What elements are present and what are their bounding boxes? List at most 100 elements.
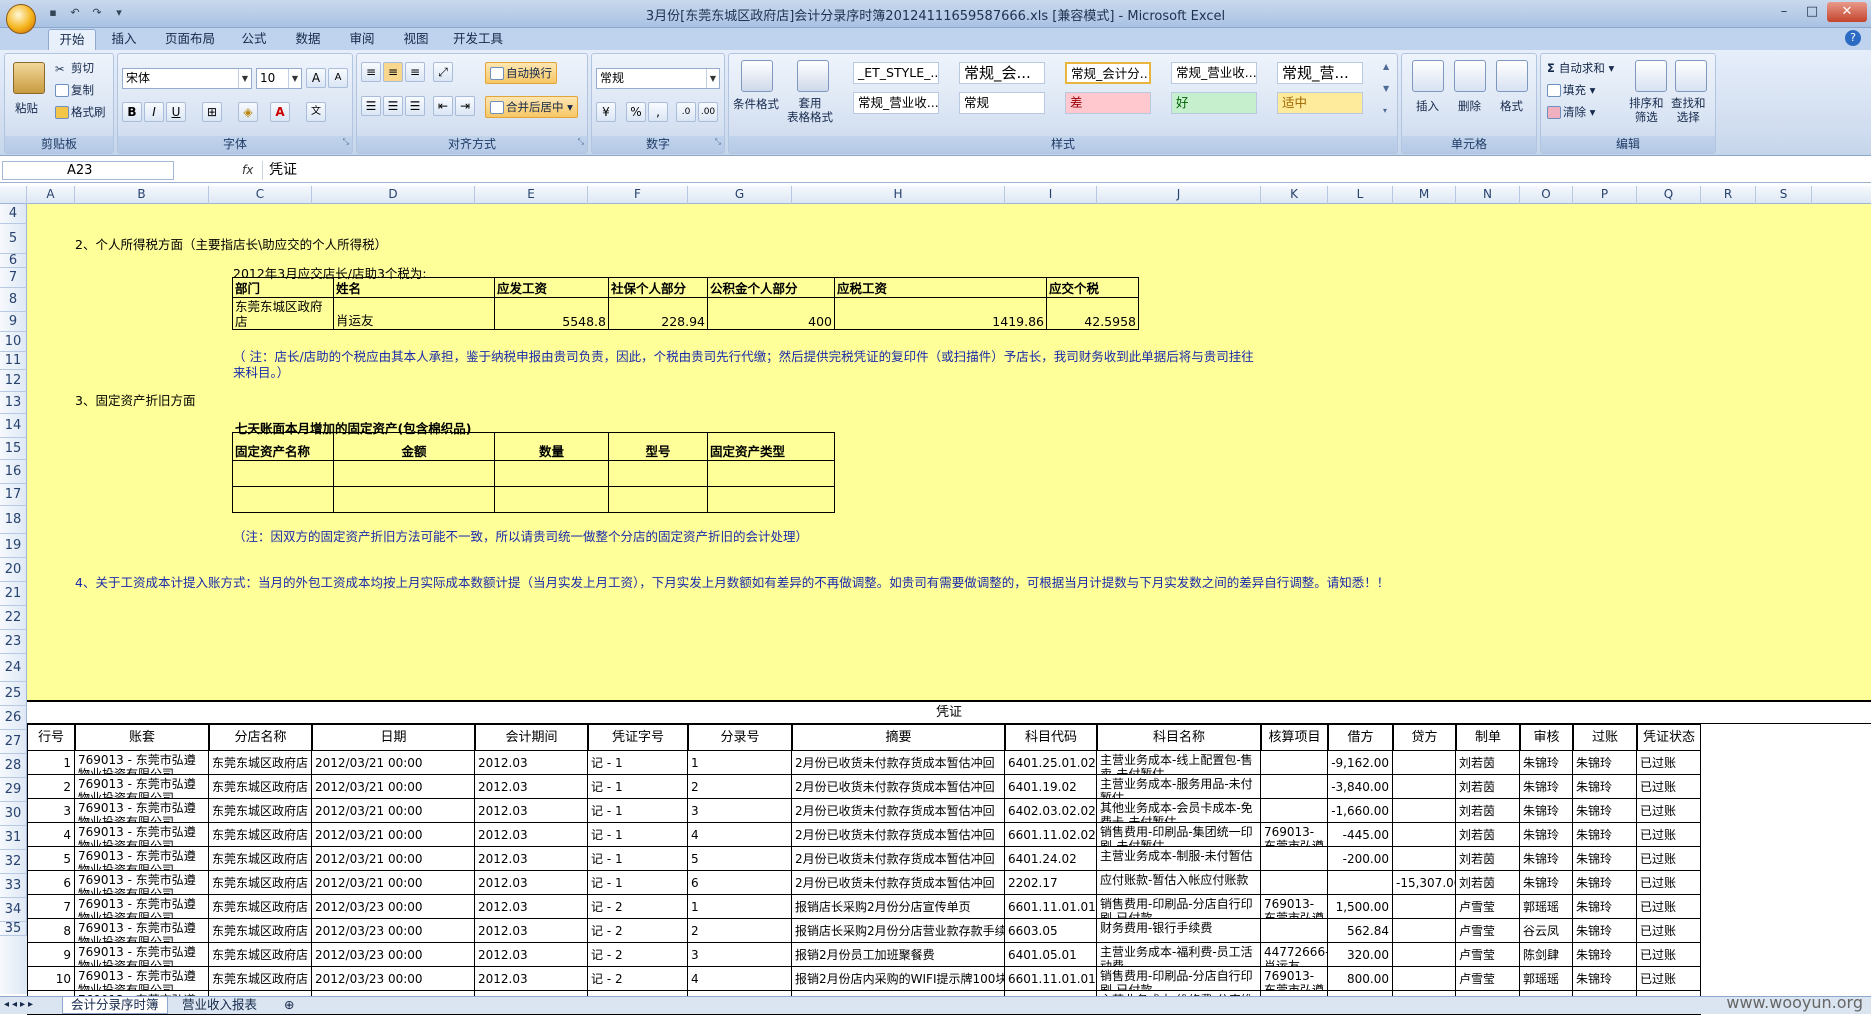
- voucher-cell[interactable]: [1261, 919, 1328, 943]
- phonetic-button[interactable]: 文: [306, 102, 326, 122]
- row-header[interactable]: 14: [0, 414, 27, 438]
- row-header[interactable]: 7: [0, 268, 27, 288]
- voucher-cell[interactable]: 东莞东城区政府店: [209, 871, 312, 895]
- tab-review[interactable]: 审阅: [342, 29, 382, 50]
- voucher-cell[interactable]: 2012.03: [475, 775, 588, 799]
- cell-style-neutral[interactable]: 适中: [1277, 92, 1363, 114]
- voucher-cell[interactable]: 刘若茵: [1456, 799, 1520, 823]
- row-header[interactable]: 28: [0, 754, 27, 778]
- voucher-cell[interactable]: 朱锦玲: [1573, 871, 1637, 895]
- voucher-cell[interactable]: 朱锦玲: [1573, 943, 1637, 967]
- font-name-select[interactable]: 宋体 ▼: [122, 68, 252, 89]
- cell-style-5[interactable]: 常规_营...: [1277, 62, 1363, 84]
- voucher-cell[interactable]: 卢雪莹: [1456, 967, 1520, 991]
- voucher-cell[interactable]: 东莞东城区政府店: [209, 775, 312, 799]
- voucher-cell[interactable]: 记 - 1: [588, 799, 688, 823]
- column-header-a[interactable]: A: [27, 186, 75, 204]
- voucher-cell[interactable]: 1: [688, 895, 792, 919]
- row-header[interactable]: 18: [0, 506, 27, 534]
- voucher-cell[interactable]: 主营业务成本-服务用品-未付暂估: [1097, 775, 1261, 799]
- column-header-j[interactable]: J: [1097, 186, 1261, 204]
- cell-style-normal[interactable]: 常规: [959, 92, 1045, 114]
- styles-more-icon[interactable]: ▾: [1383, 106, 1395, 115]
- voucher-cell[interactable]: 朱锦玲: [1520, 751, 1573, 775]
- row-header[interactable]: 21: [0, 582, 27, 606]
- voucher-cell[interactable]: 6601.11.02.02: [1005, 823, 1097, 847]
- voucher-cell[interactable]: 769013-东莞市弘遵物: [1261, 823, 1328, 847]
- voucher-cell[interactable]: 800.00: [1328, 967, 1393, 991]
- voucher-cell[interactable]: 朱锦玲: [1573, 919, 1637, 943]
- voucher-cell[interactable]: 记 - 2: [588, 919, 688, 943]
- voucher-cell[interactable]: 769013-东莞市弘遵物: [1261, 967, 1328, 991]
- voucher-cell[interactable]: 郭瑶瑶: [1520, 895, 1573, 919]
- autosum-button[interactable]: Σ 自动求和 ▾: [1547, 60, 1614, 76]
- cell-style-good[interactable]: 好: [1171, 92, 1257, 114]
- voucher-cell[interactable]: 销售费用-印刷品-集团统一印刷-未付暂估: [1097, 823, 1261, 847]
- borders-button[interactable]: ⊞: [202, 102, 222, 122]
- table-format-icon[interactable]: [797, 60, 829, 92]
- fx-icon[interactable]: fx: [184, 161, 254, 180]
- voucher-cell[interactable]: [1393, 823, 1456, 847]
- column-header-r[interactable]: R: [1701, 186, 1756, 204]
- voucher-cell[interactable]: [1393, 943, 1456, 967]
- percent-button[interactable]: %: [626, 102, 646, 122]
- voucher-cell[interactable]: 卢雪莹: [1456, 943, 1520, 967]
- align-bottom-button[interactable]: ≡: [405, 62, 425, 82]
- voucher-cell[interactable]: -3,840.00: [1328, 775, 1393, 799]
- voucher-cell[interactable]: 卢雪莹: [1456, 919, 1520, 943]
- voucher-cell[interactable]: 财务费用-银行手续费: [1097, 919, 1261, 943]
- voucher-cell[interactable]: 朱锦玲: [1573, 823, 1637, 847]
- voucher-cell[interactable]: 记 - 1: [588, 847, 688, 871]
- column-header-m[interactable]: M: [1393, 186, 1456, 204]
- voucher-cell[interactable]: 刘若茵: [1456, 823, 1520, 847]
- cell-style-4[interactable]: 常规_营业收...: [1171, 62, 1257, 84]
- office-button[interactable]: [6, 4, 36, 34]
- voucher-cell[interactable]: 2月份已收货未付款存货成本暂估冲回: [792, 775, 1005, 799]
- underline-button[interactable]: U: [166, 102, 186, 122]
- decrease-indent-button[interactable]: ⇤: [433, 96, 453, 116]
- voucher-cell[interactable]: 2012.03: [475, 823, 588, 847]
- voucher-cell[interactable]: 东莞东城区政府店: [209, 967, 312, 991]
- voucher-cell[interactable]: 2: [688, 919, 792, 943]
- wrap-text-button[interactable]: 自动换行: [485, 62, 557, 84]
- column-header-f[interactable]: F: [588, 186, 688, 204]
- tab-insert[interactable]: 插入: [104, 29, 144, 50]
- align-top-button[interactable]: ≡: [361, 62, 381, 82]
- row-header[interactable]: 25: [0, 682, 27, 706]
- insert-cells-button[interactable]: 插入: [1416, 98, 1439, 114]
- voucher-cell[interactable]: 朱锦玲: [1520, 775, 1573, 799]
- voucher-cell[interactable]: 2月份已收货未付款存货成本暂估冲回: [792, 871, 1005, 895]
- voucher-cell[interactable]: 6401.25.01.02: [1005, 751, 1097, 775]
- voucher-cell[interactable]: 刘若茵: [1456, 775, 1520, 799]
- row-header[interactable]: 6: [0, 253, 27, 268]
- tab-formulas[interactable]: 公式: [234, 29, 274, 50]
- voucher-cell[interactable]: 已过账: [1637, 943, 1701, 967]
- italic-button[interactable]: I: [144, 102, 164, 122]
- cell-style-2[interactable]: 常规_会...: [959, 62, 1045, 84]
- voucher-cell[interactable]: 6401.05.01: [1005, 943, 1097, 967]
- voucher-cell[interactable]: 2012.03: [475, 967, 588, 991]
- row-header[interactable]: 13: [0, 392, 27, 414]
- voucher-cell[interactable]: [1393, 775, 1456, 799]
- voucher-cell[interactable]: 1: [27, 751, 75, 775]
- copy-button[interactable]: 复制: [55, 82, 94, 98]
- tab-developer[interactable]: 开发工具: [446, 29, 510, 50]
- voucher-cell[interactable]: 刘若茵: [1456, 751, 1520, 775]
- voucher-cell[interactable]: 2012.03: [475, 919, 588, 943]
- table-format-button[interactable]: 套用 表格格式: [787, 96, 833, 124]
- row-header[interactable]: 27: [0, 730, 27, 754]
- voucher-cell[interactable]: -200.00: [1328, 847, 1393, 871]
- voucher-cell[interactable]: 769013 - 东莞市弘遵物业投资有限公司: [75, 895, 209, 919]
- voucher-cell[interactable]: 2: [688, 775, 792, 799]
- voucher-cell[interactable]: [1261, 799, 1328, 823]
- voucher-cell[interactable]: 769013-东莞市弘遵物: [1261, 895, 1328, 919]
- paste-icon[interactable]: [13, 62, 45, 94]
- row-header[interactable]: 33: [0, 874, 27, 898]
- voucher-cell[interactable]: 769013 - 东莞市弘遵物业投资有限公司: [75, 775, 209, 799]
- voucher-cell[interactable]: 朱锦玲: [1573, 775, 1637, 799]
- voucher-cell[interactable]: 2012.03: [475, 751, 588, 775]
- voucher-cell[interactable]: 销售费用-印刷品-分店自行印刷-已付款: [1097, 967, 1261, 991]
- insert-cells-icon[interactable]: [1412, 60, 1444, 92]
- cell-style-bad[interactable]: 差: [1065, 92, 1151, 114]
- voucher-cell[interactable]: -445.00: [1328, 823, 1393, 847]
